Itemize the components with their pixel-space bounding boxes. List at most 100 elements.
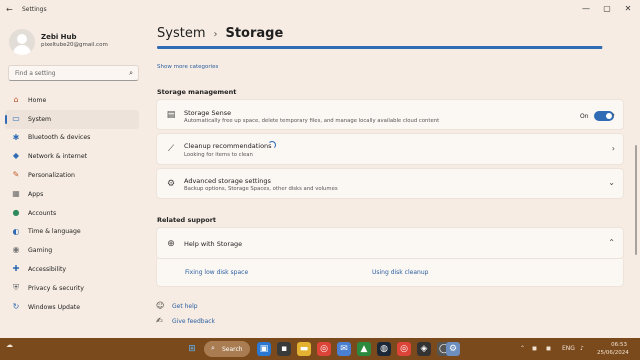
language-indicator[interactable]: ENG bbox=[562, 345, 575, 352]
clock-date: 25/06/2024 bbox=[597, 350, 629, 356]
cleanup-recommendations-row[interactable]: ⟋ Cleanup recommendations Looking for it… bbox=[156, 133, 624, 165]
chevron-right-icon: › bbox=[611, 110, 615, 119]
sidebar-item-bluetooth[interactable]: ✱ Bluetooth & devices bbox=[5, 129, 139, 148]
sidebar-item-label: System bbox=[28, 115, 52, 123]
cleanup-title: Cleanup recommendations bbox=[184, 142, 272, 150]
sidebar-item-label: Bluetooth & devices bbox=[28, 134, 91, 142]
volume-icon[interactable]: ♪ bbox=[580, 345, 584, 352]
using-disk-cleanup-link[interactable]: Using disk cleanup bbox=[372, 269, 428, 276]
sidebar-item-time-language[interactable]: ◐ Time & language bbox=[5, 223, 139, 242]
loading-spinner-icon bbox=[268, 141, 276, 149]
feedback-icon: ✍ bbox=[156, 316, 163, 325]
scrollbar-thumb[interactable] bbox=[635, 145, 637, 255]
apps-icon: ▦ bbox=[12, 188, 20, 198]
monitor-icon: ▭ bbox=[12, 113, 20, 123]
storage-drive-icon: ▤ bbox=[166, 110, 176, 120]
related-support-heading: Related support bbox=[157, 216, 217, 224]
profile-name: Zebi Hub bbox=[41, 33, 77, 41]
chrome-icon[interactable]: ◎ bbox=[317, 342, 331, 356]
breadcrumb: System › Storage bbox=[157, 26, 283, 41]
sidebar-item-home[interactable]: ⌂ Home bbox=[5, 91, 139, 110]
give-feedback-link[interactable]: Give feedback bbox=[172, 318, 215, 325]
get-help-link[interactable]: Get help bbox=[172, 303, 198, 310]
storage-sense-toggle-label: On bbox=[580, 113, 589, 120]
storage-sense-row[interactable]: ▤ Storage Sense Automatically free up sp… bbox=[156, 99, 624, 130]
breadcrumb-parent[interactable]: System bbox=[157, 26, 205, 41]
profile-email: pixeltube20@gmail.com bbox=[41, 42, 108, 48]
taskbar-app-icon[interactable]: ◈ bbox=[417, 342, 431, 356]
gamepad-icon: ◉ bbox=[12, 245, 20, 255]
wifi-icon: ◆ bbox=[12, 151, 20, 161]
storage-usage-bar bbox=[157, 46, 603, 49]
chevron-right-icon: › bbox=[611, 144, 615, 153]
tray-app-icon[interactable]: ◼ bbox=[532, 345, 537, 352]
show-more-categories-link[interactable]: Show more categories bbox=[157, 64, 218, 70]
taskbar-search-label: Search bbox=[222, 346, 243, 353]
cleanup-subtitle: Looking for items to clean bbox=[184, 152, 253, 158]
avatar-head-shape bbox=[17, 34, 27, 44]
taskbar-app-icon[interactable]: ▪ bbox=[277, 342, 291, 356]
taskbar-clock[interactable]: 06:53 25/06/2024 bbox=[597, 341, 629, 357]
weather-icon[interactable]: ☁ bbox=[6, 341, 13, 349]
advanced-storage-subtitle: Backup options, Storage Spaces, other di… bbox=[184, 186, 338, 192]
chevron-up-icon[interactable]: ⌃ bbox=[608, 238, 615, 247]
home-icon: ⌂ bbox=[13, 95, 19, 104]
clock-time: 06:53 bbox=[611, 342, 627, 348]
tray-app-icon[interactable]: ◼ bbox=[546, 345, 551, 352]
steam-icon[interactable]: ◍ bbox=[377, 342, 391, 356]
taskbar-app-icon[interactable]: ▣ bbox=[257, 342, 271, 356]
sidebar-item-personalization[interactable]: ✎ Personalization bbox=[5, 166, 139, 185]
sidebar-item-accounts[interactable]: ● Accounts bbox=[5, 204, 139, 223]
sidebar-item-label: Apps bbox=[28, 190, 44, 198]
gear-icon: ⚙ bbox=[166, 179, 176, 189]
back-arrow-icon[interactable]: ← bbox=[6, 5, 13, 14]
avatar[interactable] bbox=[9, 29, 35, 55]
shield-icon: ⛨ bbox=[13, 282, 19, 292]
sidebar-item-label: Windows Update bbox=[28, 303, 80, 311]
help-with-storage-title: Help with Storage bbox=[184, 240, 243, 248]
taskbar-app-icon[interactable]: ▲ bbox=[357, 342, 371, 356]
sidebar-item-label: Personalization bbox=[28, 172, 75, 180]
chrome-icon[interactable]: ◎ bbox=[397, 342, 411, 356]
advanced-storage-settings-row[interactable]: ⚙ Advanced storage settings Backup optio… bbox=[156, 168, 624, 199]
taskbar-search-button[interactable]: ⌕ Search bbox=[204, 341, 250, 357]
sidebar-item-apps[interactable]: ▦ Apps bbox=[5, 185, 139, 204]
bluetooth-icon: ✱ bbox=[12, 132, 20, 142]
settings-app-icon[interactable]: ⚙ bbox=[446, 342, 460, 356]
brush-icon: ✎ bbox=[12, 170, 20, 180]
taskbar-app-icon[interactable]: ✉ bbox=[337, 342, 351, 356]
storage-sense-title: Storage Sense bbox=[184, 109, 232, 117]
tray-chevron-icon[interactable]: ⌃ bbox=[520, 345, 525, 352]
main-content: System › Storage Show more categories Stor… bbox=[147, 0, 632, 338]
sidebar-item-label: Network & internet bbox=[28, 153, 88, 161]
help-with-storage-row[interactable]: ⊕ Help with Storage ⌃ bbox=[156, 227, 624, 259]
taskbar: ☁ ⊞ ⌕ Search ▣ ▪ ▬ ◎ ✉ ▲ ◍ ◎ ◈ ◯ ⚙ ⌃ ◼ ◼… bbox=[0, 338, 640, 360]
globe-clock-icon: ◐ bbox=[12, 226, 20, 236]
sidebar-item-gaming[interactable]: ◉ Gaming bbox=[5, 241, 139, 260]
sidebar-item-label: Home bbox=[28, 96, 47, 104]
file-explorer-icon[interactable]: ▬ bbox=[297, 342, 311, 356]
search-icon: ⌕ bbox=[211, 344, 215, 352]
help-icon: ☺ bbox=[156, 301, 165, 310]
search-input[interactable]: Find a setting ⌕ bbox=[8, 65, 139, 81]
sidebar-item-label: Time & language bbox=[28, 228, 81, 236]
search-icon[interactable]: ⌕ bbox=[129, 69, 133, 78]
storage-sense-subtitle: Automatically free up space, delete temp… bbox=[184, 118, 440, 124]
sidebar-item-label: Gaming bbox=[28, 247, 53, 255]
fixing-low-disk-space-link[interactable]: Fixing low disk space bbox=[185, 269, 248, 276]
help-links-panel: Fixing low disk space Using disk cleanup bbox=[156, 259, 624, 287]
avatar-body-shape bbox=[13, 45, 31, 55]
sidebar-item-accessibility[interactable]: ✚ Accessibility bbox=[5, 260, 139, 279]
sidebar-item-network[interactable]: ◆ Network & internet bbox=[5, 147, 139, 166]
sidebar-item-label: Accessibility bbox=[28, 266, 67, 274]
advanced-storage-title: Advanced storage settings bbox=[184, 177, 271, 185]
person-icon: ● bbox=[12, 207, 20, 217]
sidebar-item-windows-update[interactable]: ↻ Windows Update bbox=[5, 298, 139, 317]
sidebar-item-system[interactable]: ▭ System bbox=[5, 109, 139, 129]
sidebar-item-privacy[interactable]: ⛨ Privacy & security bbox=[5, 279, 139, 298]
sidebar-item-label: Accounts bbox=[28, 209, 57, 217]
window-title: Settings bbox=[22, 6, 47, 13]
start-button-icon[interactable]: ⊞ bbox=[185, 342, 199, 356]
update-icon: ↻ bbox=[12, 301, 20, 311]
broom-icon: ⟋ bbox=[167, 144, 175, 154]
